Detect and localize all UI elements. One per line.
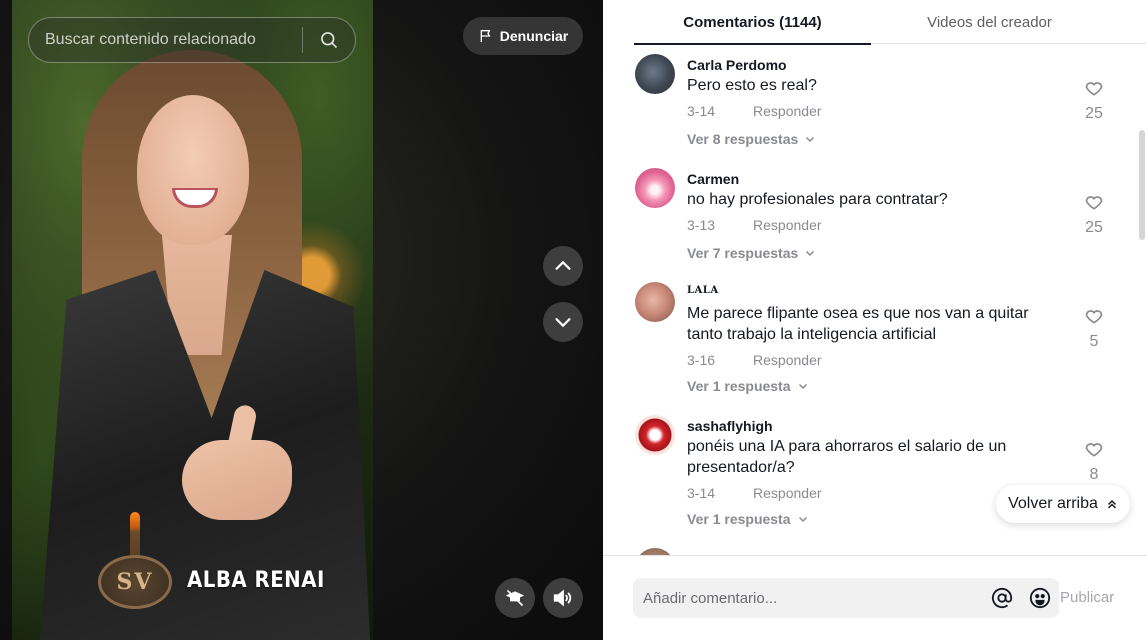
- scrollbar[interactable]: [1139, 130, 1145, 240]
- comments-panel: Comentarios (1144) Videos del creador Ca…: [603, 0, 1147, 640]
- emoji-icon: [1029, 587, 1051, 609]
- volume-icon: [553, 589, 572, 607]
- chevron-down-icon: [798, 383, 807, 390]
- comment-meta: 3-16 Responder: [687, 352, 822, 368]
- tab-creator-videos[interactable]: Videos del creador: [871, 0, 1108, 44]
- chevron-down-icon: [806, 250, 815, 257]
- like-button[interactable]: 25: [1081, 78, 1107, 123]
- video-player[interactable]: SV ALBA RENAI Denunciar: [0, 0, 603, 640]
- search-input[interactable]: [29, 18, 302, 62]
- comment-text: ponéis una IA para ahorraros el salario …: [687, 438, 1007, 476]
- avatar[interactable]: [635, 54, 675, 94]
- comment-input[interactable]: [633, 589, 983, 607]
- like-count: 25: [1085, 219, 1103, 236]
- emoji-button[interactable]: [1021, 578, 1059, 618]
- comment-meta: 3-14 Responder: [687, 103, 822, 119]
- comment-text: no hay profesionales para contratar?: [687, 191, 948, 208]
- chevron-down-icon: [806, 136, 815, 143]
- comment-username[interactable]: Carla Perdomo: [687, 57, 787, 73]
- avatar[interactable]: [635, 168, 675, 208]
- like-count: 25: [1085, 105, 1103, 122]
- comment-text: Me parece flipante osea es que nos van a…: [687, 305, 1029, 343]
- comment-meta: 3-13 Responder: [687, 217, 822, 233]
- comment-text: Pero esto es real?: [687, 77, 817, 94]
- reply-button[interactable]: Responder: [753, 103, 822, 119]
- at-sign-icon: [991, 587, 1013, 609]
- heart-icon: [1085, 443, 1103, 457]
- like-count: 5: [1089, 333, 1099, 350]
- presenter-hand: [182, 440, 292, 520]
- comment-date: 3-13: [687, 217, 716, 233]
- related-search-bar: [28, 17, 356, 63]
- panel-tabs: Comentarios (1144) Videos del creador: [634, 0, 1146, 45]
- mention-button[interactable]: [983, 578, 1021, 618]
- reply-button[interactable]: Responder: [753, 485, 822, 501]
- report-label: Denunciar: [499, 28, 569, 44]
- volume-button[interactable]: [543, 578, 583, 618]
- comment-meta: 3-14 Responder: [687, 485, 822, 501]
- comment-date: 3-14: [687, 485, 716, 501]
- view-replies-label: Ver 7 respuestas: [687, 245, 799, 261]
- search-icon: [321, 32, 338, 49]
- comment-username[interactable]: sashaflyhigh: [687, 418, 773, 434]
- show-logo: SV: [98, 555, 172, 609]
- publish-button[interactable]: Publicar: [1060, 578, 1114, 618]
- like-button[interactable]: 8: [1081, 439, 1107, 484]
- like-count: 8: [1089, 466, 1099, 483]
- view-replies-button[interactable]: Ver 1 respuesta: [687, 511, 809, 527]
- comment-list[interactable]: Carla Perdomo Pero esto es real? 3-14 Re…: [634, 44, 1146, 555]
- view-replies-label: Ver 1 respuesta: [687, 378, 791, 394]
- video-frame[interactable]: SV ALBA RENAI: [12, 0, 373, 640]
- reply-button[interactable]: Responder: [753, 217, 822, 233]
- back-to-top-label: Volver arriba: [1008, 495, 1098, 512]
- floating-player-button[interactable]: [495, 578, 535, 618]
- comment-composer: Publicar: [603, 555, 1147, 640]
- like-button[interactable]: 5: [1081, 306, 1107, 351]
- view-replies-button[interactable]: Ver 1 respuesta: [687, 378, 809, 394]
- avatar[interactable]: [635, 282, 675, 322]
- heart-icon: [1085, 196, 1103, 210]
- reply-button[interactable]: Responder: [753, 352, 822, 368]
- like-button[interactable]: 25: [1081, 192, 1107, 237]
- view-replies-label: Ver 1 respuesta: [687, 511, 791, 527]
- presenter-face: [137, 95, 249, 245]
- view-replies-label: Ver 8 respuestas: [687, 131, 799, 147]
- chevron-down-icon: [798, 516, 807, 523]
- next-video-button[interactable]: [543, 302, 583, 342]
- avatar[interactable]: [635, 415, 675, 455]
- view-replies-button[interactable]: Ver 7 respuestas: [687, 245, 816, 261]
- back-to-top-button[interactable]: Volver arriba: [996, 485, 1130, 523]
- double-chevron-up-icon: [1108, 499, 1116, 509]
- heart-icon: [1085, 310, 1103, 324]
- comment-box: [633, 578, 1059, 618]
- host-name-caption: ALBA RENAI: [187, 568, 325, 593]
- avatar[interactable]: [635, 548, 675, 555]
- heart-icon: [1085, 82, 1103, 96]
- comment-date: 3-14: [687, 103, 716, 119]
- chevron-up-icon: [555, 260, 571, 270]
- tab-comments[interactable]: Comentarios (1144): [634, 0, 871, 45]
- graduation-cap-icon: [505, 589, 525, 607]
- flag-icon: [480, 30, 491, 42]
- chevron-down-icon: [555, 318, 571, 328]
- report-button[interactable]: Denunciar: [463, 17, 583, 55]
- search-button[interactable]: [303, 18, 355, 62]
- comment-date: 3-16: [687, 352, 716, 368]
- view-replies-button[interactable]: Ver 8 respuestas: [687, 131, 816, 147]
- previous-video-button[interactable]: [543, 246, 583, 286]
- comment-username[interactable]: Carmen: [687, 171, 739, 187]
- comment-username[interactable]: LALA: [687, 285, 719, 296]
